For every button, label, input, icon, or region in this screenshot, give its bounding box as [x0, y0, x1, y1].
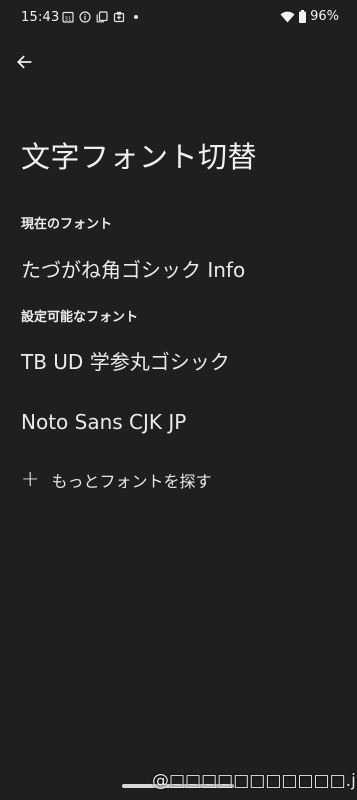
battery-icon — [299, 10, 307, 23]
plus-icon: + — [21, 467, 40, 492]
status-notification-icons: 31 — [62, 11, 142, 23]
battery-percent: 96% — [310, 9, 339, 24]
status-right: 96% — [280, 9, 339, 24]
watermark: @□□□□□□□□□□□.jp — [152, 771, 357, 791]
back-button[interactable] — [10, 48, 38, 76]
find-more-fonts-button[interactable]: + もっとフォントを探す — [21, 468, 211, 492]
info-icon — [79, 11, 91, 23]
find-more-fonts-label: もっとフォントを探す — [51, 472, 212, 491]
font-option-tb-ud[interactable]: TB UD 学参丸ゴシック — [21, 346, 230, 375]
svg-text:31: 31 — [65, 16, 72, 22]
notification-icon — [113, 11, 125, 23]
status-time: 15:43 — [21, 10, 60, 25]
page-title: 文字フォント切替 — [21, 140, 258, 174]
copy-icon — [96, 11, 108, 23]
available-fonts-header: 設定可能なフォント — [21, 310, 139, 325]
calendar-icon: 31 — [62, 11, 74, 23]
status-bar: 15:43 31 96% — [0, 0, 357, 34]
arrow-back-icon — [17, 55, 32, 69]
wifi-icon — [280, 11, 295, 22]
current-font-header: 現在のフォント — [21, 217, 113, 232]
current-font-item[interactable]: たづがね角ゴシック Info — [21, 254, 245, 283]
dot-icon — [134, 15, 138, 19]
font-option-noto-sans[interactable]: Noto Sans CJK JP — [21, 410, 186, 434]
